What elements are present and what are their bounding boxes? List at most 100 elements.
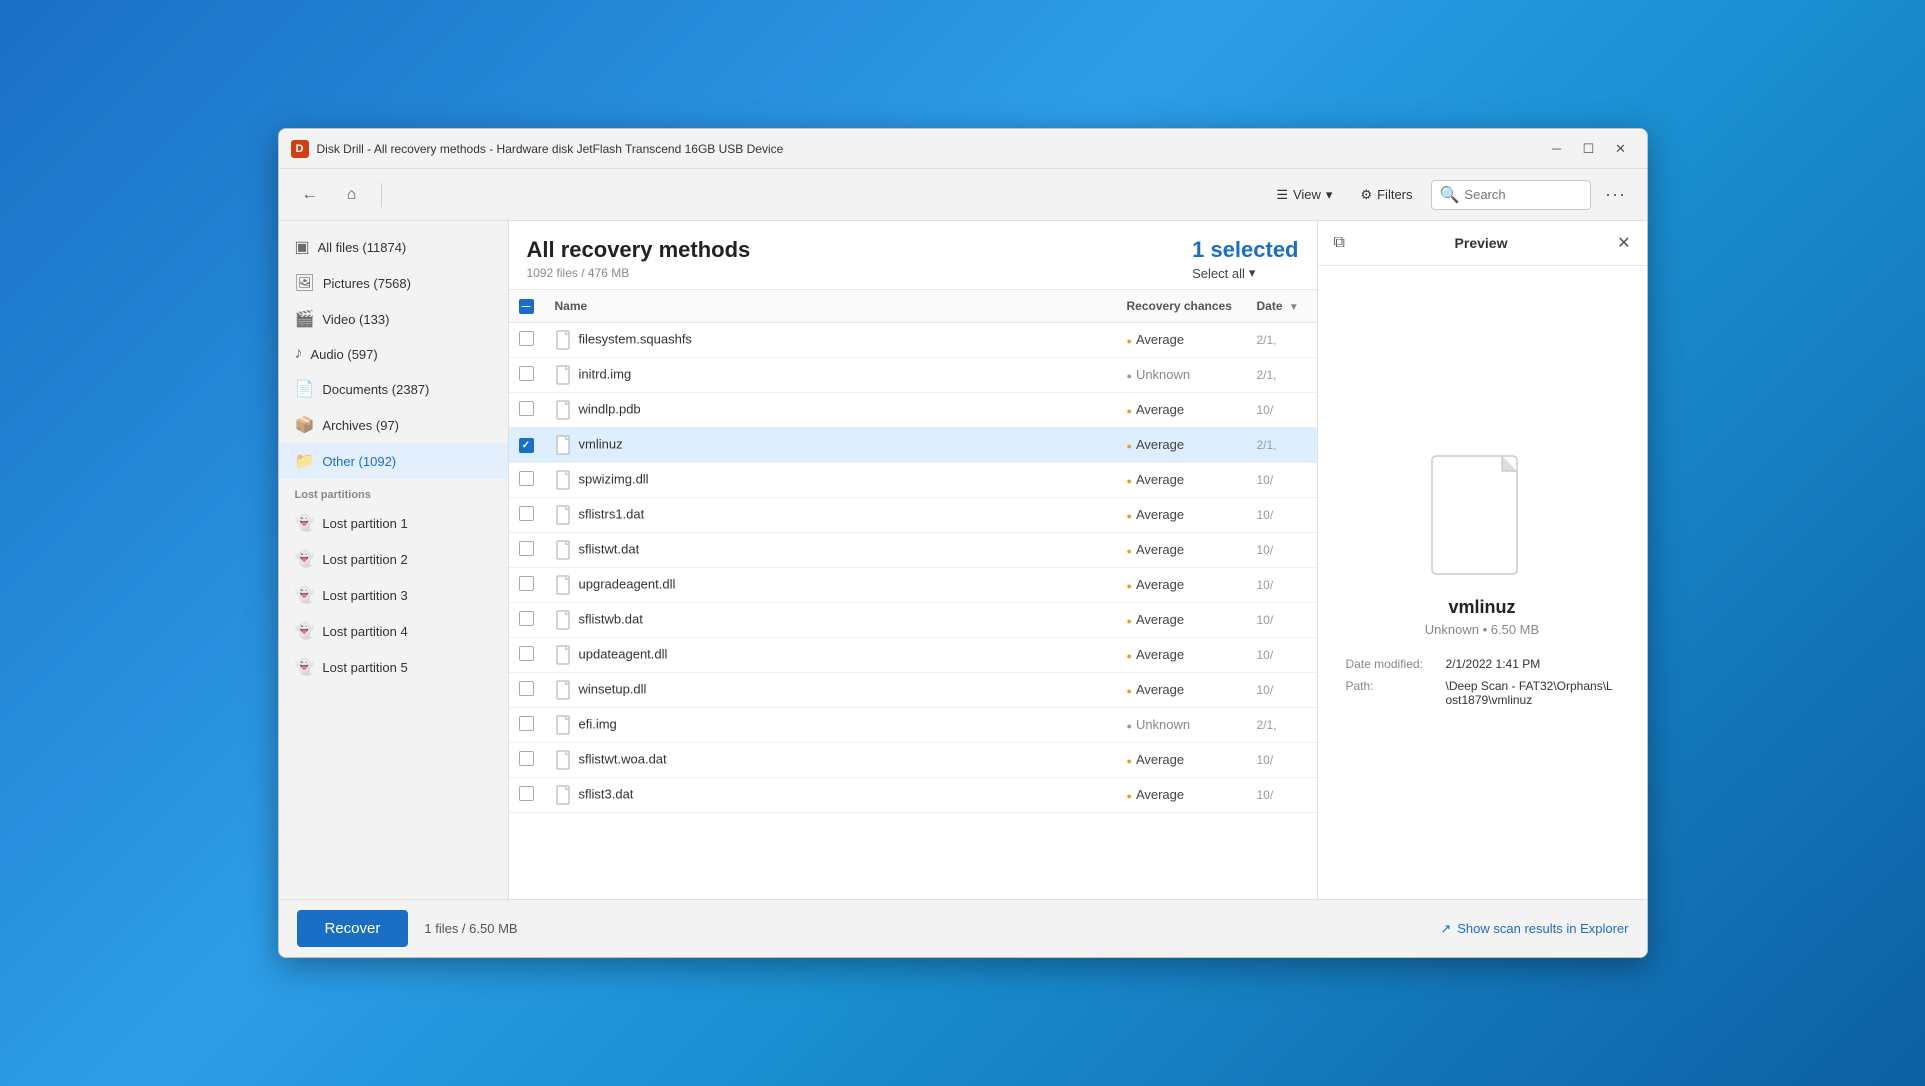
- show-in-explorer-label: Show scan results in Explorer: [1457, 921, 1628, 936]
- sidebar-item-lp1[interactable]: 👻 Lost partition 1: [279, 505, 508, 541]
- row-checkbox-cell: [509, 392, 545, 427]
- row-filename: winsetup.dll: [545, 672, 1117, 707]
- sidebar-item-lp4-label: Lost partition 4: [322, 624, 407, 639]
- filters-icon: ⚙: [1360, 187, 1372, 203]
- row-checkbox-cell: [509, 602, 545, 637]
- row-filename: filesystem.squashfs: [545, 322, 1117, 357]
- table-row[interactable]: sflist3.dat●Average10/: [509, 777, 1317, 812]
- file-icon: [555, 715, 573, 735]
- row-checkbox[interactable]: [519, 786, 534, 801]
- row-filename: upgradeagent.dll: [545, 567, 1117, 602]
- preview-close-button[interactable]: ✕: [1613, 229, 1634, 257]
- chances-dot: ●: [1127, 791, 1132, 801]
- filename-text: efi.img: [579, 716, 617, 731]
- table-row[interactable]: winsetup.dll●Average10/: [509, 672, 1317, 707]
- file-icon: [555, 435, 573, 455]
- table-row[interactable]: sflistwt.woa.dat●Average10/: [509, 742, 1317, 777]
- lp5-icon: 👻: [295, 657, 315, 677]
- table-row[interactable]: initrd.img●Unknown2/1,: [509, 357, 1317, 392]
- home-button[interactable]: ⌂: [335, 178, 369, 212]
- table-row[interactable]: sflistwb.dat●Average10/: [509, 602, 1317, 637]
- sidebar-item-lp4[interactable]: 👻 Lost partition 4: [279, 613, 508, 649]
- sidebar-item-documents[interactable]: 📄 Documents (2387): [279, 371, 508, 407]
- file-table-wrap[interactable]: Name Recovery chances Date ▼: [509, 290, 1317, 899]
- file-icon: [555, 680, 573, 700]
- row-checkbox[interactable]: [519, 576, 534, 591]
- select-all-chevron: ▾: [1249, 265, 1256, 281]
- sidebar-item-lp3[interactable]: 👻 Lost partition 3: [279, 577, 508, 613]
- row-checkbox[interactable]: [519, 471, 534, 486]
- table-row[interactable]: windlp.pdb●Average10/: [509, 392, 1317, 427]
- sidebar-item-lp5[interactable]: 👻 Lost partition 5: [279, 649, 508, 685]
- select-all-checkbox[interactable]: [519, 299, 534, 314]
- row-filename: updateagent.dll: [545, 637, 1117, 672]
- row-checkbox[interactable]: [519, 541, 534, 556]
- sidebar-item-other[interactable]: 📁 Other (1092): [279, 443, 508, 479]
- bottom-bar: Recover 1 files / 6.50 MB ↗ Show scan re…: [279, 899, 1647, 957]
- documents-icon: 📄: [295, 379, 315, 399]
- row-checkbox[interactable]: [519, 646, 534, 661]
- sidebar-item-video[interactable]: 🎬 Video (133): [279, 301, 508, 337]
- row-chances: ●Average: [1117, 427, 1247, 462]
- row-filename: windlp.pdb: [545, 392, 1117, 427]
- table-row[interactable]: updateagent.dll●Average10/: [509, 637, 1317, 672]
- row-checkbox[interactable]: [519, 438, 534, 453]
- th-chances[interactable]: Recovery chances: [1117, 290, 1247, 322]
- chances-text: Average: [1136, 472, 1184, 487]
- row-date: 10/: [1247, 777, 1317, 812]
- row-checkbox[interactable]: [519, 716, 534, 731]
- view-button[interactable]: ☰ View ▾: [1266, 182, 1342, 208]
- row-checkbox[interactable]: [519, 366, 534, 381]
- row-checkbox[interactable]: [519, 506, 534, 521]
- preview-copy-button[interactable]: ⧉: [1330, 230, 1349, 256]
- video-icon: 🎬: [295, 309, 315, 329]
- chances-text: Average: [1136, 682, 1184, 697]
- sidebar-item-documents-label: Documents (2387): [322, 382, 429, 397]
- row-filename: sflistwt.woa.dat: [545, 742, 1117, 777]
- recover-button[interactable]: Recover: [297, 910, 409, 947]
- back-button[interactable]: ←: [293, 178, 327, 212]
- th-checkbox[interactable]: [509, 290, 545, 322]
- row-chances: ●Average: [1117, 637, 1247, 672]
- more-button[interactable]: ···: [1599, 178, 1633, 212]
- date-sort-arrow: ▼: [1289, 302, 1299, 313]
- sidebar-item-archives[interactable]: 📦 Archives (97): [279, 407, 508, 443]
- table-row[interactable]: upgradeagent.dll●Average10/: [509, 567, 1317, 602]
- table-row[interactable]: vmlinuz●Average2/1,: [509, 427, 1317, 462]
- filename-text: updateagent.dll: [579, 646, 668, 661]
- sidebar-item-lp2[interactable]: 👻 Lost partition 2: [279, 541, 508, 577]
- table-row[interactable]: spwizimg.dll●Average10/: [509, 462, 1317, 497]
- preview-meta-path-row: Path: \Deep Scan - FAT32\Orphans\Lost187…: [1346, 679, 1619, 707]
- row-checkbox-cell: [509, 532, 545, 567]
- table-row[interactable]: sflistwt.dat●Average10/: [509, 532, 1317, 567]
- table-row[interactable]: sflistrs1.dat●Average10/: [509, 497, 1317, 532]
- show-in-explorer-button[interactable]: ↗ Show scan results in Explorer: [1440, 921, 1628, 937]
- maximize-button[interactable]: ☐: [1575, 135, 1603, 163]
- filters-button[interactable]: ⚙ Filters: [1350, 182, 1422, 208]
- th-name[interactable]: Name: [545, 290, 1117, 322]
- row-checkbox[interactable]: [519, 751, 534, 766]
- window-controls: ─ ☐ ✕: [1543, 135, 1635, 163]
- search-input[interactable]: [1464, 187, 1581, 202]
- row-date: 10/: [1247, 462, 1317, 497]
- close-button[interactable]: ✕: [1607, 135, 1635, 163]
- row-checkbox[interactable]: [519, 401, 534, 416]
- preview-fileinfo: Unknown • 6.50 MB: [1425, 622, 1539, 637]
- row-checkbox-cell: [509, 707, 545, 742]
- select-all-button[interactable]: Select all ▾: [1192, 265, 1255, 281]
- row-checkbox[interactable]: [519, 611, 534, 626]
- sidebar-item-all-files[interactable]: ▣ All files (11874): [279, 229, 508, 265]
- sidebar-item-other-label: Other (1092): [322, 454, 396, 469]
- search-box[interactable]: 🔍: [1431, 180, 1591, 210]
- row-checkbox[interactable]: [519, 681, 534, 696]
- table-row[interactable]: filesystem.squashfs●Average2/1,: [509, 322, 1317, 357]
- search-icon: 🔍: [1440, 185, 1460, 205]
- minimize-button[interactable]: ─: [1543, 135, 1571, 163]
- sidebar-item-pictures[interactable]: 🖼 Pictures (7568): [279, 265, 508, 301]
- row-date: 10/: [1247, 602, 1317, 637]
- row-checkbox-cell: [509, 742, 545, 777]
- sidebar-item-audio[interactable]: ♪ Audio (597): [279, 337, 508, 371]
- th-date[interactable]: Date ▼: [1247, 290, 1317, 322]
- table-row[interactable]: efi.img●Unknown2/1,: [509, 707, 1317, 742]
- row-checkbox[interactable]: [519, 331, 534, 346]
